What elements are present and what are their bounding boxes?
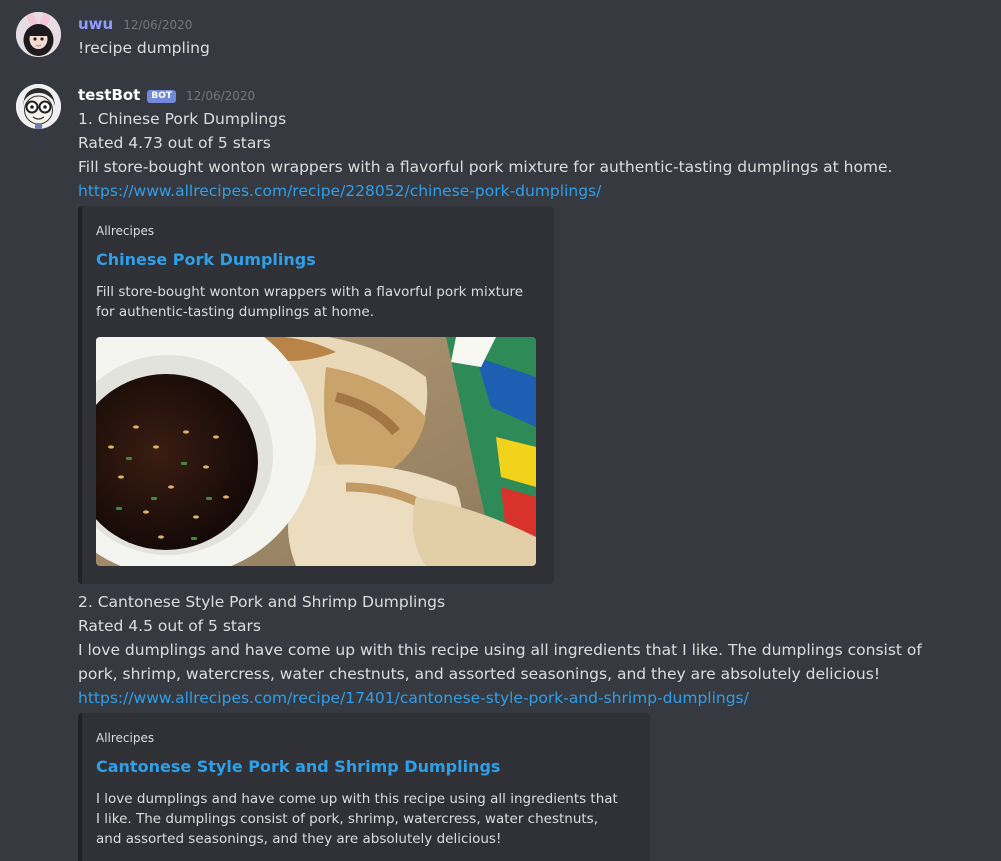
author-name[interactable]: testBot	[78, 85, 140, 105]
recipe-rating: Rated 4.73 out of 5 stars	[78, 134, 271, 152]
cartoon-glasses-avatar-icon	[16, 84, 61, 129]
embed-description: I love dumplings and have come up with t…	[96, 791, 618, 847]
timestamp: 12/06/2020	[186, 89, 256, 103]
recipe-heading: 2. Cantonese Style Pork and Shrimp Dumpl…	[78, 593, 446, 611]
embed-title[interactable]: Chinese Pork Dumplings	[96, 249, 316, 271]
embed-description: Fill store-bought wonton wrappers with a…	[96, 284, 524, 320]
embed-provider: Allrecipes	[96, 731, 155, 745]
bot-tag: BOT	[147, 90, 177, 103]
embed-title[interactable]: Cantonese Style Pork and Shrimp Dumpling…	[96, 756, 500, 778]
dumplings-photo-icon	[96, 337, 536, 566]
avatar[interactable]	[16, 84, 61, 129]
link-embed: Allrecipes Chinese Pork Dumplings Fill s…	[78, 206, 554, 584]
link-embed: Allrecipes Cantonese Style Pork and Shri…	[78, 713, 650, 861]
recipe-heading: 1. Chinese Pork Dumplings	[78, 110, 287, 128]
recipe-description: Fill store-bought wonton wrappers with a…	[78, 158, 893, 176]
recipe-link[interactable]: https://www.allrecipes.com/recipe/17401/…	[78, 689, 749, 707]
recipe-link[interactable]: https://www.allrecipes.com/recipe/228052…	[78, 182, 601, 200]
message-testbot: testBot BOT 12/06/2020 1. Chinese Pork D…	[0, 0, 1001, 861]
embed-image[interactable]	[96, 337, 536, 566]
recipe-description: I love dumplings and have come up with t…	[78, 641, 922, 683]
recipe-rating: Rated 4.5 out of 5 stars	[78, 617, 261, 635]
chat-messages: uwu 12/06/2020 !recipe dumpling testBot …	[0, 0, 1001, 861]
embed-provider: Allrecipes	[96, 224, 155, 238]
